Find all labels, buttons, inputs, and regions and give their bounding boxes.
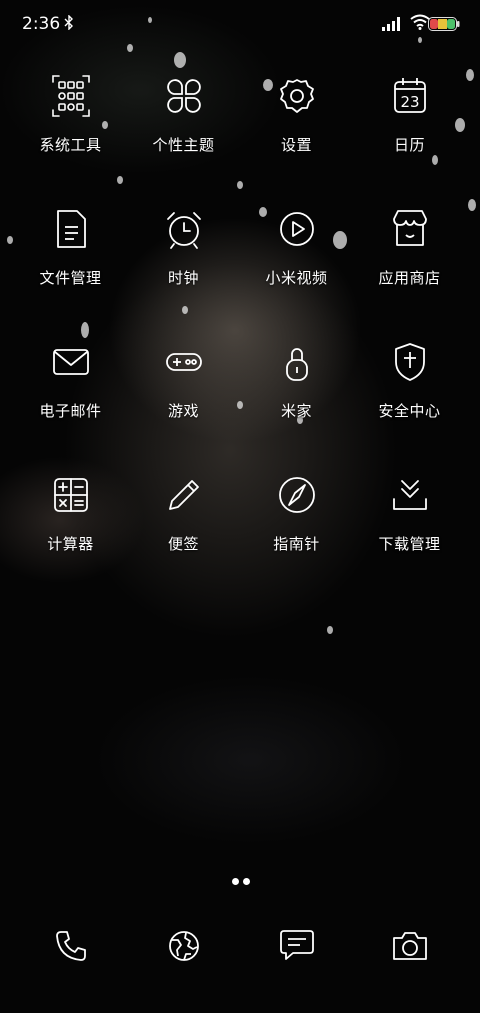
app-email[interactable]: 电子邮件 [14, 338, 127, 438]
dock-messages[interactable] [240, 920, 353, 980]
signal-icon [382, 16, 400, 35]
app-compass[interactable]: 指南针 [240, 471, 353, 571]
app-label: 米家 [280, 402, 312, 420]
tools-folder-icon [47, 72, 95, 120]
battery-icon [428, 16, 460, 35]
app-label: 下载管理 [378, 535, 441, 553]
compass-icon [273, 471, 321, 519]
video-play-icon [273, 205, 321, 253]
app-downloads[interactable]: 下载管理 [353, 471, 466, 571]
calendar-icon: 23 [386, 72, 434, 120]
app-games[interactable]: 游戏 [127, 338, 240, 438]
shield-icon [386, 338, 434, 386]
alarm-clock-icon [160, 205, 208, 253]
messages-icon [240, 926, 353, 966]
bluetooth-icon [64, 14, 74, 34]
app-system-tools[interactable]: 系统工具 [14, 72, 127, 172]
app-label: 应用商店 [378, 269, 441, 287]
status-bar: 2:36 [0, 0, 480, 52]
app-theme[interactable]: 个性主题 [127, 72, 240, 172]
app-notes[interactable]: 便签 [127, 471, 240, 571]
gear-icon [273, 72, 321, 120]
app-label: 计算器 [47, 535, 94, 553]
app-calculator[interactable]: 计算器 [14, 471, 127, 571]
wifi-icon [410, 14, 430, 34]
status-time: 2:36 [22, 14, 61, 34]
app-mijia[interactable]: 米家 [240, 338, 353, 438]
app-label: 便签 [167, 535, 199, 553]
dock-phone[interactable] [14, 920, 127, 980]
app-file-manager[interactable]: 文件管理 [14, 205, 127, 305]
app-label: 指南针 [273, 535, 320, 553]
home-screen: 2:36 系统工具 个性主题 设置 23 日历 文件管理 时钟 小米视频 应用商… [0, 0, 480, 1013]
theme-icon [160, 72, 208, 120]
file-icon [47, 205, 95, 253]
dock [14, 920, 466, 980]
gamepad-icon [160, 338, 208, 386]
app-label: 个性主题 [152, 136, 215, 154]
page-dot-1[interactable] [232, 878, 239, 885]
page-indicator[interactable] [230, 870, 252, 889]
mail-icon [47, 338, 95, 386]
dock-browser[interactable] [127, 920, 240, 980]
pencil-icon [160, 471, 208, 519]
calculator-icon [47, 471, 95, 519]
page-dot-2[interactable] [243, 878, 250, 885]
lock-icon [273, 338, 321, 386]
app-label: 设置 [280, 136, 312, 154]
app-label: 时钟 [167, 269, 199, 287]
app-settings[interactable]: 设置 [240, 72, 353, 172]
app-clock[interactable]: 时钟 [127, 205, 240, 305]
download-icon [386, 471, 434, 519]
app-label: 系统工具 [39, 136, 102, 154]
app-security-center[interactable]: 安全中心 [353, 338, 466, 438]
store-icon [386, 205, 434, 253]
app-label: 游戏 [167, 402, 199, 420]
app-calendar[interactable]: 23 日历 [353, 72, 466, 172]
app-label: 安全中心 [378, 402, 441, 420]
app-label: 文件管理 [39, 269, 102, 287]
app-label: 小米视频 [265, 269, 328, 287]
app-mi-video[interactable]: 小米视频 [240, 205, 353, 305]
browser-globe-icon [127, 926, 240, 966]
phone-icon [14, 926, 127, 966]
app-store[interactable]: 应用商店 [353, 205, 466, 305]
app-label: 电子邮件 [39, 402, 102, 420]
camera-icon [353, 926, 466, 966]
app-label: 日历 [393, 136, 425, 154]
svg-text:23: 23 [400, 93, 419, 111]
dock-camera[interactable] [353, 920, 466, 980]
